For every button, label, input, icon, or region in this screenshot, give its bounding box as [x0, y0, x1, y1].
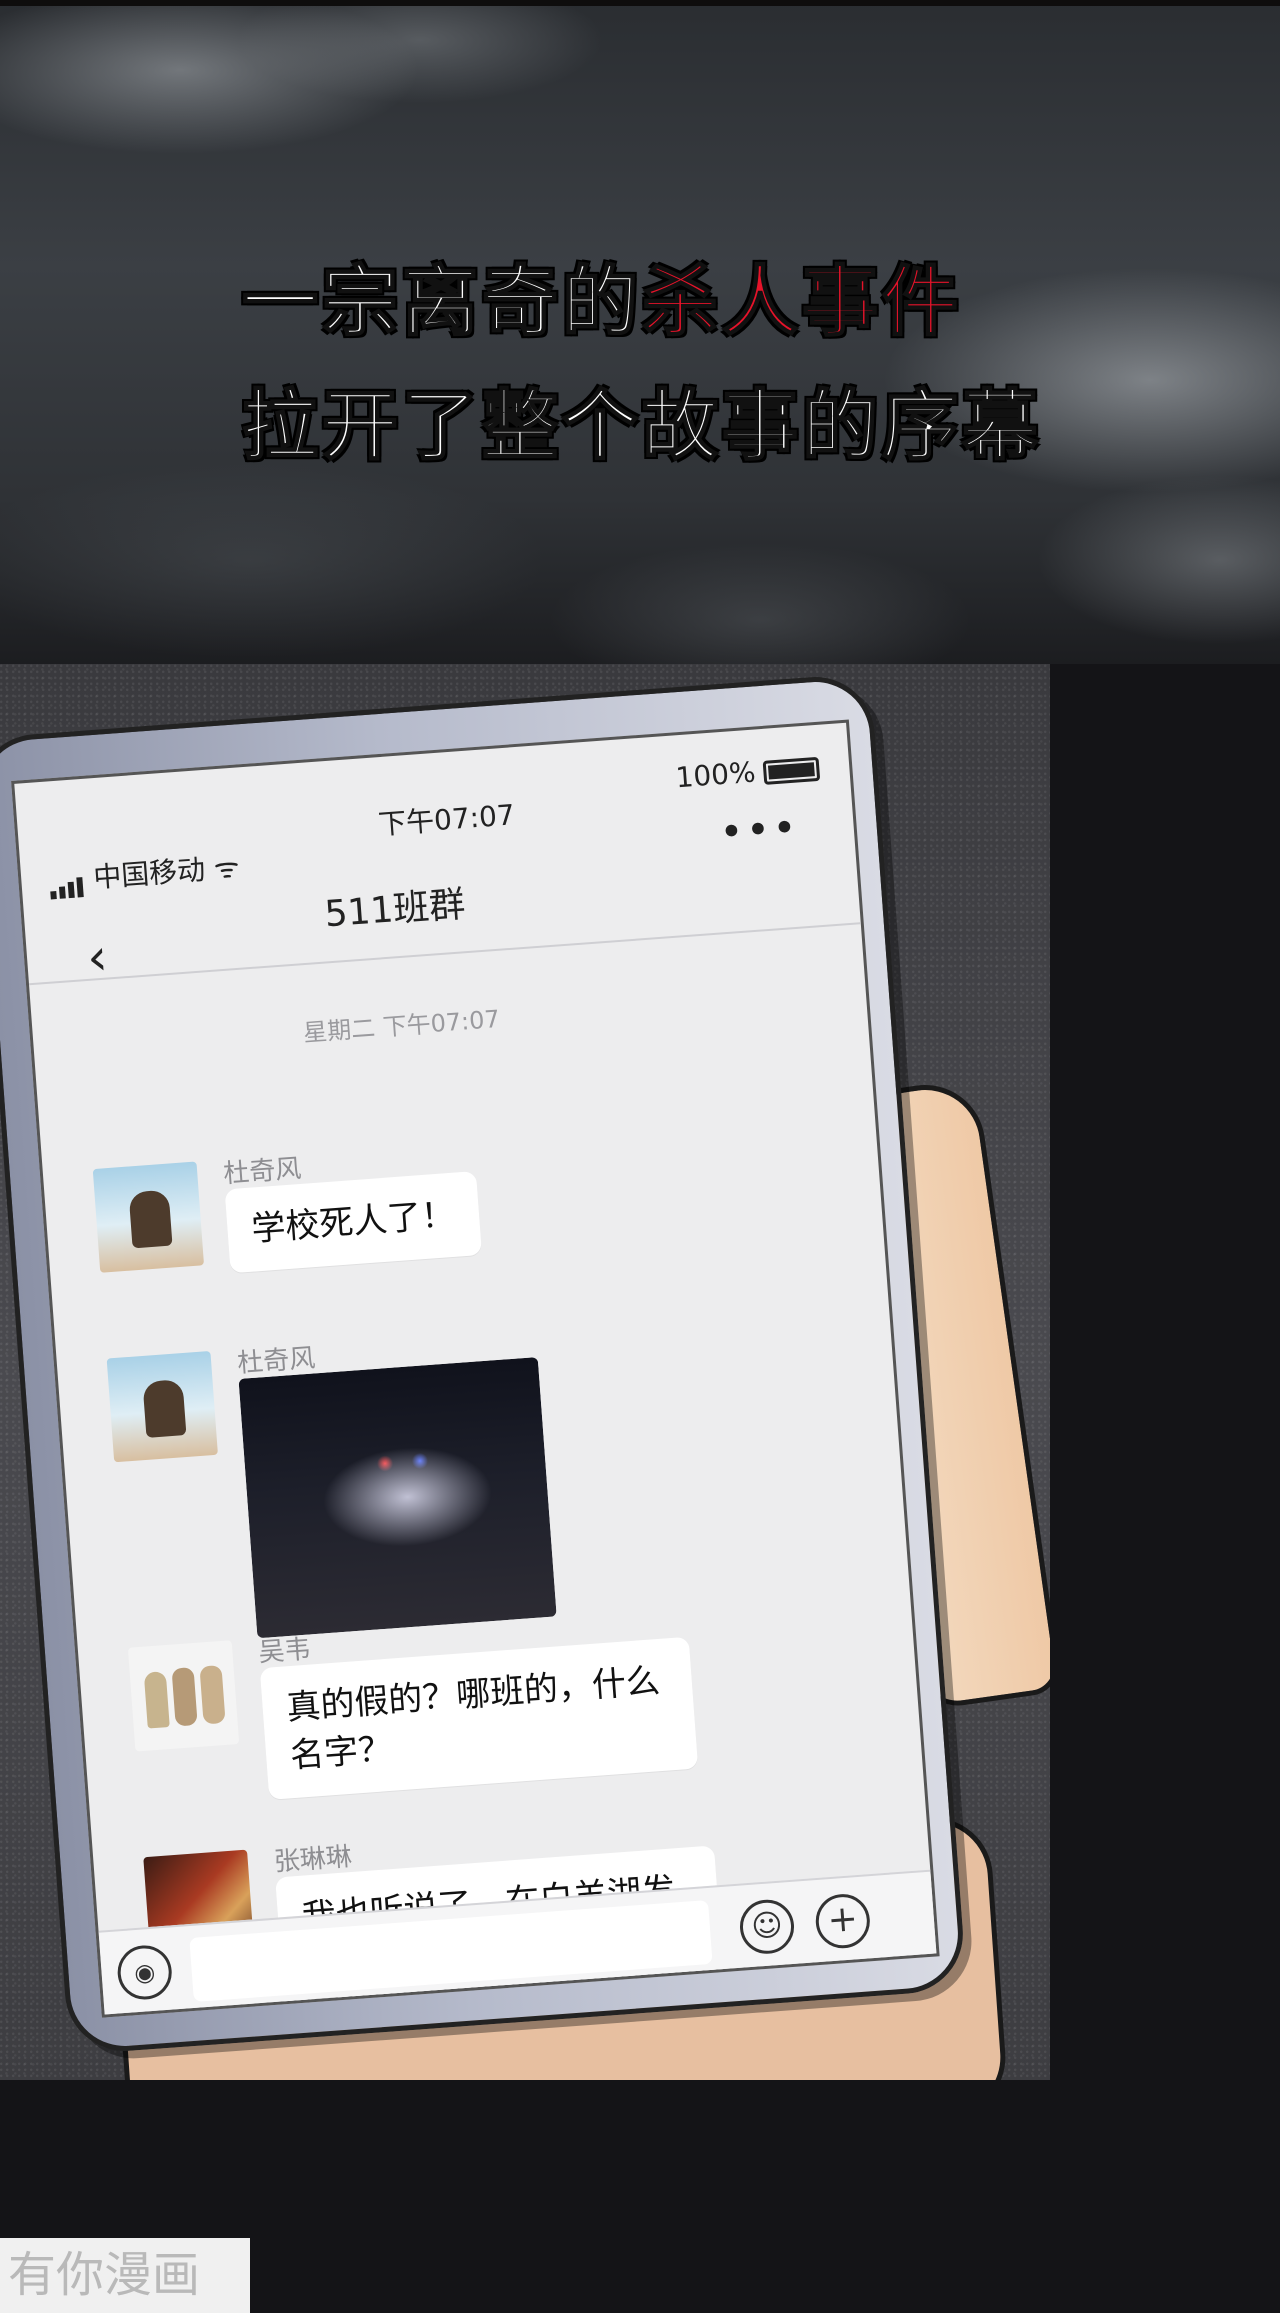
sender-name: 吴韦: [257, 1634, 312, 1669]
phone-screen: 中国移动 ᯤ 下午07:07 100% ‹ 511班群 ••• 星期二 下午07…: [11, 719, 940, 2018]
chat-title: 511班群: [323, 884, 467, 936]
nav-divider: [28, 921, 867, 986]
plus-icon[interactable]: +: [813, 1892, 872, 1951]
message-bubble[interactable]: 学校死人了！: [224, 1171, 483, 1274]
headline-red-text: 杀人事件: [641, 256, 962, 347]
headline-line-1: 一宗离奇的杀人事件: [0, 240, 1280, 350]
comic-panel: 中国移动 ᯤ 下午07:07 100% ‹ 511班群 ••• 星期二 下午07…: [0, 664, 1050, 2080]
avatar[interactable]: [127, 1640, 240, 1752]
signal-icon: [48, 863, 86, 899]
top-banner: 一宗离奇的杀人事件 拉开了整个故事的序幕: [0, 0, 1280, 664]
watermark: 有你漫画: [0, 2238, 250, 2313]
message-input[interactable]: [189, 1900, 713, 2002]
battery-label: 100%: [674, 755, 757, 795]
chat-message: 杜奇风: [106, 1306, 825, 1639]
phone: 中国移动 ᯤ 下午07:07 100% ‹ 511班群 ••• 星期二 下午07…: [0, 672, 968, 2056]
message-bubble[interactable]: 真的假的？哪班的，什么名字？: [259, 1636, 699, 1800]
headline-line-2: 拉开了整个故事的序幕: [241, 380, 1042, 471]
more-icon[interactable]: •••: [718, 804, 801, 856]
message-photo[interactable]: [238, 1357, 557, 1639]
avatar[interactable]: [92, 1161, 205, 1273]
status-time: 下午07:07: [377, 798, 516, 842]
avatar[interactable]: [106, 1350, 218, 1463]
status-carrier: 中国移动 ᯤ: [48, 846, 241, 900]
battery-icon: [762, 756, 821, 785]
emoji-icon[interactable]: ☺: [738, 1897, 796, 1956]
chat-message: 杜奇风 学校死人了！: [92, 1116, 811, 1274]
carrier-label: 中国移动: [92, 853, 207, 895]
wifi-icon: ᯤ: [203, 850, 241, 887]
chat-message: 张琳琳 我也听说了，在白羊湖发现的，捞起来3个，都死了！: [143, 1805, 861, 2018]
date-stamp: 星期二 下午07:07: [302, 1004, 501, 1048]
voice-icon[interactable]: ◉: [115, 1943, 174, 2002]
status-battery: 100%: [674, 751, 821, 795]
headline-white-text: 一宗离奇的: [241, 256, 642, 347]
